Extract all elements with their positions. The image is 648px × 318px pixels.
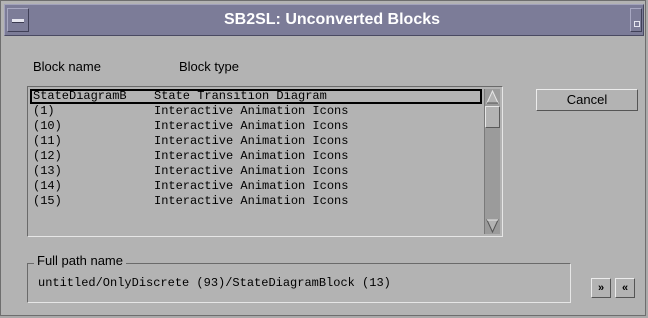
- list-item[interactable]: (10) Interactive Animation Icons: [30, 119, 482, 134]
- scrollbar-thumb[interactable]: [485, 106, 500, 128]
- block-name-cell: (11): [33, 134, 62, 148]
- block-type-cell: Interactive Animation Icons: [154, 179, 349, 193]
- full-path-value: untitled/OnlyDiscrete (93)/StateDiagramB…: [38, 276, 391, 290]
- block-list-rows: StateDiagramB State Transition Diagram (1)…: [30, 89, 482, 234]
- block-type-cell: Interactive Animation Icons: [154, 164, 349, 178]
- scroll-up-arrow-icon[interactable]: [485, 89, 500, 105]
- cancel-button[interactable]: Cancel: [536, 89, 638, 111]
- block-type-cell: Interactive Animation Icons: [154, 104, 349, 118]
- window-title: SB2SL: Unconverted Blocks: [223, 11, 441, 28]
- block-type-cell: State Transition Diagram: [154, 89, 327, 103]
- block-type-cell: Interactive Animation Icons: [154, 194, 349, 208]
- window-menu-icon: [12, 19, 24, 23]
- block-type-header: Block type: [179, 59, 239, 74]
- scroll-down-arrow-icon[interactable]: [485, 218, 500, 234]
- block-type-cell: Interactive Animation Icons: [154, 119, 349, 133]
- maximize-icon: [634, 21, 640, 27]
- block-name-header: Block name: [33, 59, 101, 74]
- unconverted-blocks-dialog: SB2SL: Unconverted Blocks Block name Blo…: [0, 0, 646, 316]
- block-name-cell: (13): [33, 164, 62, 178]
- list-item[interactable]: (1) Interactive Animation Icons: [30, 104, 482, 119]
- block-list[interactable]: StateDiagramB State Transition Diagram (1)…: [27, 86, 503, 237]
- block-name-cell: (10): [33, 119, 62, 133]
- list-item[interactable]: (14) Interactive Animation Icons: [30, 179, 482, 194]
- next-button[interactable]: »: [591, 278, 611, 298]
- block-type-cell: Interactive Animation Icons: [154, 149, 349, 163]
- list-item[interactable]: (12) Interactive Animation Icons: [30, 149, 482, 164]
- list-item-selected[interactable]: StateDiagramB State Transition Diagram: [30, 89, 482, 104]
- block-list-scrollbar[interactable]: [484, 89, 500, 234]
- block-name-cell: (1): [33, 104, 55, 118]
- maximize-button[interactable]: [630, 8, 642, 32]
- block-name-cell: (14): [33, 179, 62, 193]
- list-item[interactable]: (15) Interactive Animation Icons: [30, 194, 482, 209]
- block-name-cell: (15): [33, 194, 62, 208]
- block-name-cell: StateDiagramB: [33, 89, 127, 103]
- block-type-cell: Interactive Animation Icons: [154, 134, 349, 148]
- list-item[interactable]: (11) Interactive Animation Icons: [30, 134, 482, 149]
- full-path-label: Full path name: [34, 253, 126, 269]
- previous-button[interactable]: «: [615, 278, 635, 298]
- window-menu-button[interactable]: [7, 8, 29, 32]
- title-bar[interactable]: SB2SL: Unconverted Blocks: [4, 4, 644, 36]
- list-item[interactable]: (13) Interactive Animation Icons: [30, 164, 482, 179]
- block-name-cell: (12): [33, 149, 62, 163]
